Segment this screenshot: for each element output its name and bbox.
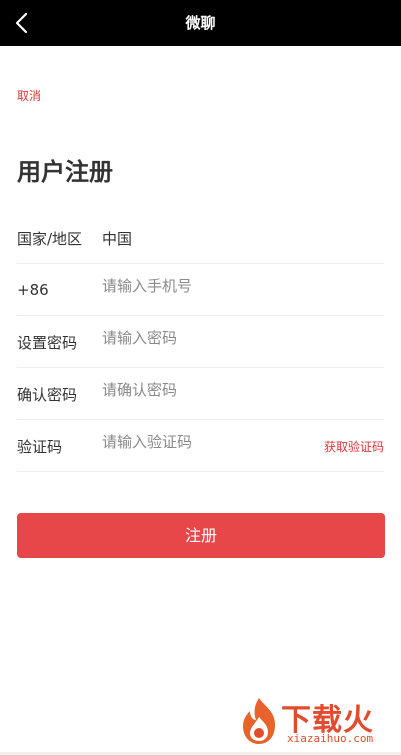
- register-heading: 用户注册: [17, 158, 113, 186]
- password-input[interactable]: 请输入密码: [102, 327, 177, 348]
- country-row[interactable]: 国家/地区 中国: [17, 211, 384, 264]
- phone-row: +86 请输入手机号: [17, 263, 384, 316]
- confirm-password-input[interactable]: 请确认密码: [102, 379, 177, 400]
- verification-code-input[interactable]: 请输入验证码: [102, 431, 192, 452]
- watermark: 下载火 xiazaihuo.com: [235, 693, 395, 751]
- country-label: 国家/地区: [17, 230, 83, 248]
- country-value[interactable]: 中国: [102, 228, 132, 249]
- confirm-password-row: 确认密码 请确认密码: [17, 367, 384, 420]
- get-code-button[interactable]: 获取验证码: [324, 438, 384, 455]
- page-title: 微聊: [185, 14, 216, 32]
- register-button[interactable]: 注册: [17, 513, 385, 558]
- cancel-link[interactable]: 取消: [17, 87, 41, 104]
- verification-code-row: 验证码 请输入验证码 获取验证码: [17, 419, 384, 472]
- confirm-password-label: 确认密码: [17, 386, 78, 404]
- phone-prefix: +86: [17, 281, 49, 299]
- phone-input[interactable]: 请输入手机号: [102, 275, 192, 296]
- watermark-url: xiazaihuo.com: [287, 732, 374, 745]
- password-row: 设置密码 请输入密码: [17, 315, 384, 368]
- flame-logo-icon: [243, 698, 275, 744]
- password-label: 设置密码: [17, 334, 78, 352]
- verification-code-label: 验证码: [17, 438, 63, 456]
- top-bar: 微聊: [0, 0, 401, 46]
